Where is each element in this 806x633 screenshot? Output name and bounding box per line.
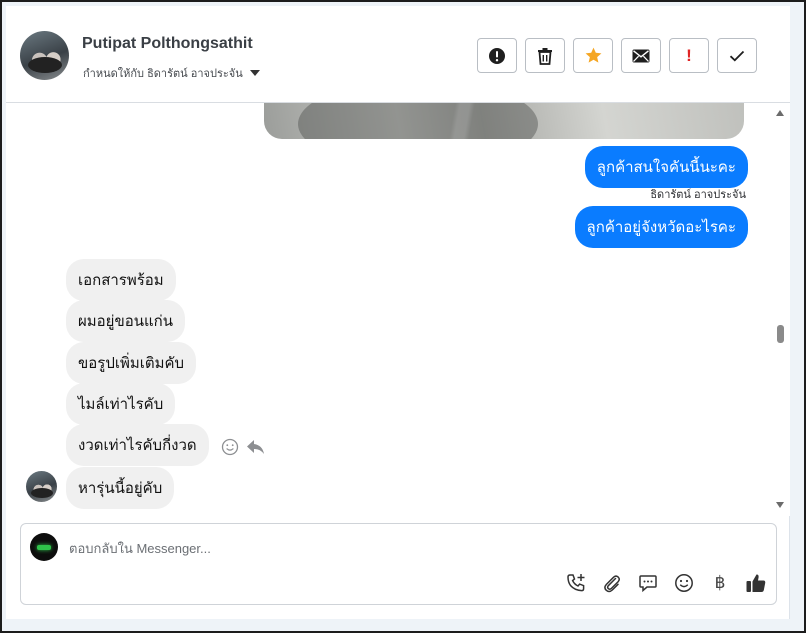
baht-icon: ฿ (714, 573, 726, 592)
scroll-down-arrow-icon[interactable] (776, 502, 784, 508)
star-icon (585, 47, 601, 63)
emoji-button[interactable] (672, 571, 696, 595)
like-button[interactable] (744, 571, 768, 595)
caret-down-icon (249, 70, 260, 76)
reply-arrow-icon[interactable] (246, 439, 265, 455)
check-icon (729, 50, 745, 62)
outgoing-message[interactable]: ลูกค้าอยู่จังหวัดอะไรคะ (574, 206, 748, 248)
report-button[interactable] (477, 38, 517, 73)
incoming-message[interactable]: งวดเท่าไรคับกี่งวด (66, 424, 209, 466)
incoming-message[interactable]: ขอรูปเพิ่มเติมคับ (66, 342, 197, 384)
image-attachment[interactable] (264, 103, 744, 139)
react-smiley-icon[interactable] (221, 438, 239, 456)
conversation-toolbar: ! (477, 38, 757, 73)
paperclip-icon (604, 575, 620, 593)
mark-unread-button[interactable] (621, 38, 661, 73)
inbox-conversation-panel: Putipat Polthongsathit กำหนดให้กับ ธิดาร… (6, 6, 790, 619)
reply-input[interactable] (69, 539, 749, 557)
emoji-icon (675, 574, 693, 592)
trash-icon (538, 47, 552, 65)
star-button[interactable] (573, 38, 613, 73)
assignee-label: กำหนดให้กับ ธิดารัตน์ อาจประจัน (83, 68, 243, 80)
page-logo-icon (37, 544, 51, 550)
conversation-header: Putipat Polthongsathit กำหนดให้กับ ธิดาร… (6, 6, 790, 103)
incoming-message[interactable]: หารุ่นนี้อยู่คับ (66, 467, 175, 509)
outgoing-message[interactable]: ลูกค้าสนใจคันนี้นะคะ (584, 146, 748, 188)
payment-button[interactable]: ฿ (708, 571, 732, 595)
contact-avatar[interactable] (20, 31, 69, 80)
scroll-up-arrow-icon[interactable] (776, 110, 784, 116)
follow-up-button[interactable]: ! (669, 38, 709, 73)
thumbs-up-icon (746, 574, 766, 592)
scrollbar-thumb[interactable] (777, 325, 784, 343)
delete-button[interactable] (525, 38, 565, 73)
envelope-icon (632, 49, 650, 62)
assignee-dropdown[interactable]: กำหนดให้กับ ธิดารัตน์ อาจประจัน (83, 64, 260, 82)
call-plus-icon (567, 574, 585, 592)
contact-avatar-small[interactable] (26, 471, 57, 502)
exclamation-icon: ! (686, 45, 692, 65)
saved-reply-icon (639, 575, 657, 593)
mark-done-button[interactable] (717, 38, 757, 73)
call-plus-button[interactable] (564, 571, 588, 595)
incoming-message[interactable]: ไมล์เท่าไรคับ (66, 383, 176, 425)
message-thread[interactable]: ลูกค้าสนใจคันนี้นะคะ ธิดารัตน์ อาจประจัน… (6, 103, 790, 516)
incoming-message[interactable]: ผมอยู่ขอนแก่น (66, 300, 185, 342)
window-frame: Putipat Polthongsathit กำหนดให้กับ ธิดาร… (0, 0, 806, 633)
attach-button[interactable] (600, 571, 624, 595)
page-avatar (30, 533, 58, 561)
sender-label: ธิดารัตน์ อาจประจัน (650, 189, 746, 201)
saved-reply-button[interactable] (636, 571, 660, 595)
message-actions (221, 438, 265, 456)
incoming-message[interactable]: เอกสารพร้อม (66, 259, 176, 301)
contact-name[interactable]: Putipat Polthongsathit (82, 35, 253, 53)
composer-toolbar: ฿ (564, 571, 768, 595)
alert-circle-icon (489, 47, 505, 64)
reply-composer: ฿ (20, 523, 777, 605)
